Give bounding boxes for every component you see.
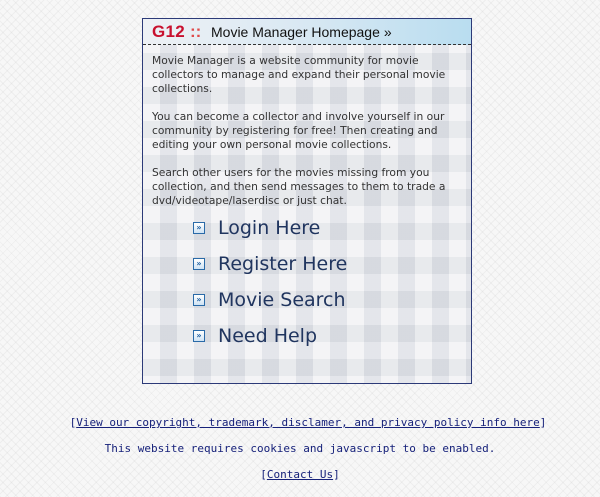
- nav-label-need-help[interactable]: Need Help: [218, 325, 317, 347]
- nav-label-register[interactable]: Register Here: [218, 253, 347, 275]
- cookies-notice: This website requires cookies and javasc…: [104, 442, 496, 455]
- policy-line: [View our copyright, trademark, disclame…: [8, 416, 600, 429]
- nav-item-need-help[interactable]: » Need Help: [193, 325, 443, 362]
- title-arrow-icon: »: [383, 24, 392, 40]
- contact-link[interactable]: Contact Us: [267, 468, 333, 481]
- double-chevron-right-icon: »: [193, 294, 205, 306]
- double-chevron-right-icon: »: [193, 330, 205, 342]
- nav-label-login[interactable]: Login Here: [218, 217, 320, 239]
- close-bracket: ]: [333, 468, 340, 481]
- double-chevron-right-icon: »: [193, 258, 205, 270]
- nav-item-register[interactable]: » Register Here: [193, 253, 443, 290]
- page-title: Movie Manager Homepage»: [211, 24, 392, 40]
- double-chevron-right-icon: »: [193, 222, 205, 234]
- nav-label-movie-search[interactable]: Movie Search: [218, 289, 346, 311]
- nav-item-movie-search[interactable]: » Movie Search: [193, 289, 443, 326]
- policy-link[interactable]: View our copyright, trademark, disclamer…: [76, 416, 540, 429]
- intro-paragraph: Search other users for the movies missin…: [152, 166, 446, 207]
- page-title-text: Movie Manager Homepage: [211, 24, 380, 40]
- contact-line: [Contact Us]: [0, 468, 600, 481]
- brand-separator: ::: [190, 22, 202, 41]
- open-bracket: [: [260, 468, 267, 481]
- site-brand: G12: [152, 22, 186, 41]
- close-bracket: ]: [539, 416, 547, 429]
- intro-paragraph: Movie Manager is a website community for…: [152, 54, 446, 95]
- nav-item-login[interactable]: » Login Here: [193, 217, 443, 254]
- intro-text: Movie Manager is a website community for…: [152, 54, 468, 222]
- intro-paragraph: You can become a collector and involve y…: [152, 110, 445, 151]
- panel-header: G12 :: Movie Manager Homepage»: [143, 19, 471, 45]
- main-nav: » Login Here » Register Here » Movie Sea…: [193, 217, 443, 362]
- welcome-panel: G12 :: Movie Manager Homepage» Movie Man…: [142, 18, 472, 384]
